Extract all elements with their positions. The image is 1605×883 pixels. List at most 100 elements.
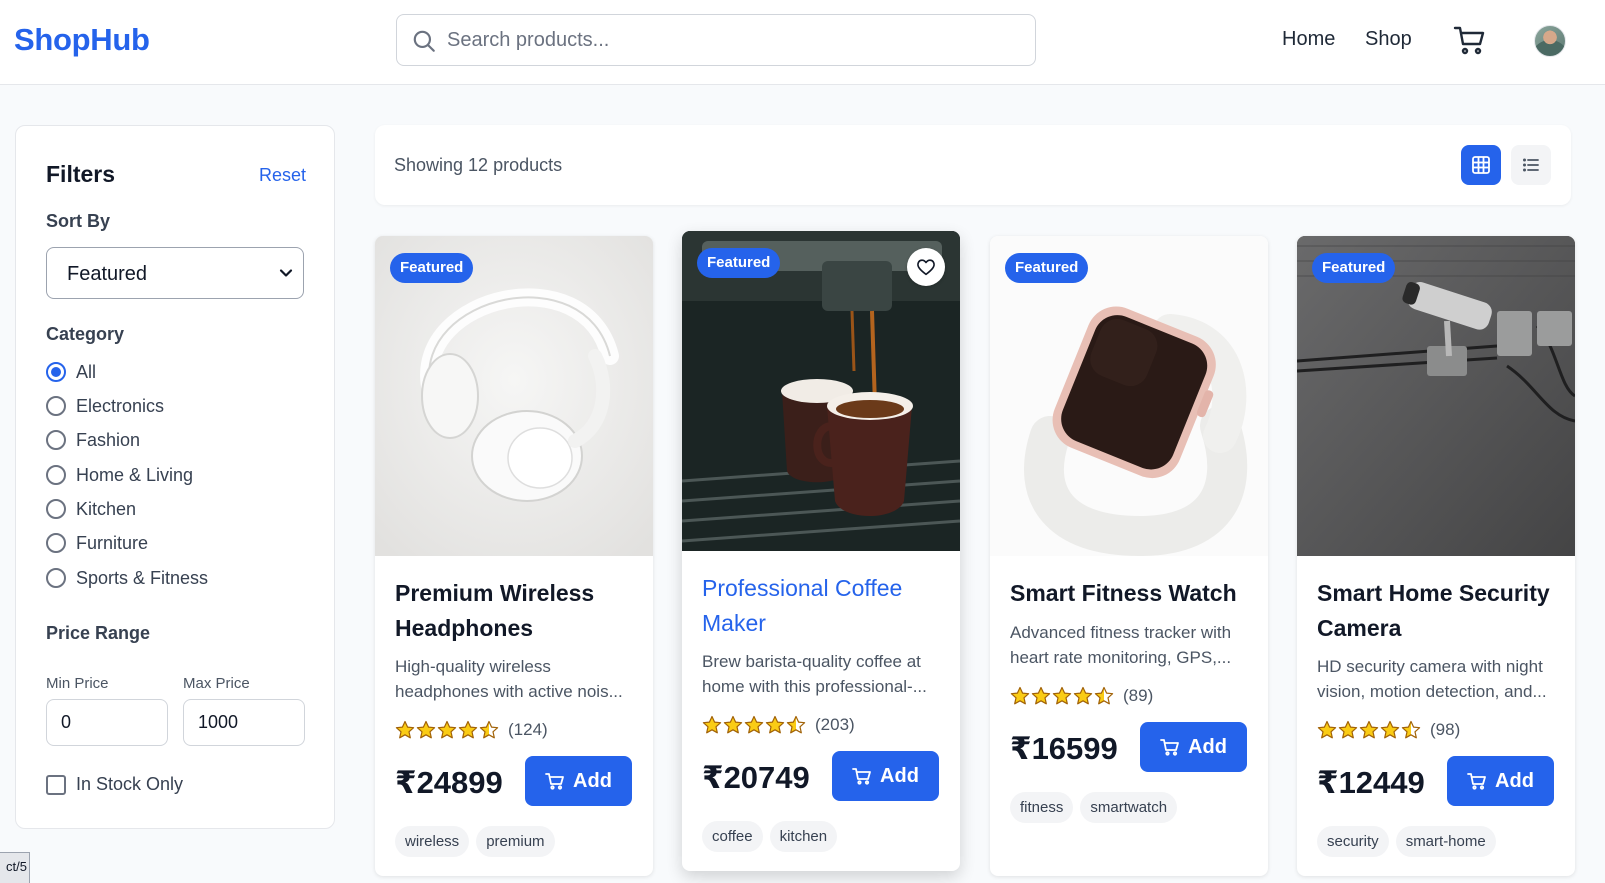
product-card[interactable]: Featured Smart Home Security Camera HD s… <box>1297 236 1575 876</box>
product-tags: fitness smartwatch <box>1010 792 1178 823</box>
product-description-line: home with this professional-... <box>702 677 927 696</box>
star-icon <box>1380 720 1400 739</box>
cart-icon[interactable] <box>1453 24 1487 56</box>
product-description-line: High-quality wireless <box>395 657 551 676</box>
radio-button[interactable] <box>46 430 66 450</box>
product-tag[interactable]: coffee <box>702 821 763 852</box>
category-label: Category <box>46 324 125 344</box>
category-option-fashion[interactable]: Fashion <box>46 426 140 454</box>
product-price: ₹20749 <box>702 760 810 795</box>
star-icon <box>744 715 764 734</box>
star-icon <box>723 715 743 734</box>
product-tag[interactable]: premium <box>476 826 555 857</box>
star-rating <box>1010 686 1115 706</box>
cart-icon <box>1160 739 1179 756</box>
search-input[interactable] <box>447 15 1017 65</box>
product-image-headphones[interactable] <box>375 236 653 556</box>
star-icon <box>1031 686 1051 705</box>
category-option-electronics[interactable]: Electronics <box>46 392 164 420</box>
product-card[interactable]: Featured Premium Wireless Headphones Hig… <box>375 236 653 876</box>
add-button-label: Add <box>1188 735 1227 758</box>
add-button-label: Add <box>573 769 612 792</box>
product-title[interactable]: Professional Coffee Maker <box>702 571 947 641</box>
category-option-home-living[interactable]: Home & Living <box>46 461 193 489</box>
product-title-line: Smart Fitness Watch <box>1010 580 1237 606</box>
star-icon <box>479 720 499 739</box>
star-rating <box>702 715 807 735</box>
in-stock-checkbox[interactable] <box>46 774 66 795</box>
review-count: (124) <box>508 720 548 739</box>
results-count: Showing 12 products <box>394 155 563 175</box>
sort-by-label: Sort By <box>46 211 111 231</box>
category-option-label: Furniture <box>76 532 149 553</box>
star-icon <box>1359 720 1379 739</box>
product-rating: (98) <box>1317 720 1460 740</box>
product-description: Advanced fitness tracker with heart rate… <box>1010 620 1255 670</box>
reset-filters-link[interactable]: Reset <box>259 165 306 186</box>
radio-button[interactable] <box>46 362 66 382</box>
product-title[interactable]: Smart Home Security Camera <box>1317 576 1562 646</box>
min-price-label: Min Price <box>46 675 109 692</box>
product-tag[interactable]: wireless <box>395 826 470 857</box>
radio-button[interactable] <box>46 465 66 485</box>
sort-select[interactable]: Featured <box>46 247 304 299</box>
star-icon <box>1317 720 1337 739</box>
product-price: ₹16599 <box>1010 731 1118 766</box>
product-title-line: Smart Home Security <box>1317 580 1550 606</box>
review-count: (98) <box>1430 720 1461 739</box>
category-option-label: Electronics <box>76 395 165 416</box>
product-image-fitness-watch[interactable] <box>990 236 1268 556</box>
brand-logo[interactable]: ShopHub <box>14 22 150 58</box>
product-tag[interactable]: kitchen <box>769 821 838 852</box>
chevron-down-icon <box>279 269 293 277</box>
product-price: ₹24899 <box>395 765 503 800</box>
star-icon <box>702 715 722 734</box>
star-rating <box>1317 720 1422 740</box>
max-price-input[interactable] <box>183 699 305 746</box>
heart-icon <box>917 259 935 276</box>
cart-icon <box>1467 773 1486 790</box>
review-count: (89) <box>1123 686 1154 705</box>
category-option-label: Fashion <box>76 429 141 450</box>
category-option-all[interactable]: All <box>46 358 96 386</box>
list-view-button[interactable] <box>1511 145 1551 185</box>
product-tag[interactable]: fitness <box>1010 792 1074 823</box>
product-image-security-camera[interactable] <box>1297 236 1575 556</box>
category-option-label: Home & Living <box>76 464 194 485</box>
add-to-cart-button[interactable]: Add <box>832 751 939 801</box>
category-option-sports-fitness[interactable]: Sports & Fitness <box>46 564 208 592</box>
add-to-cart-button[interactable]: Add <box>525 756 632 806</box>
grid-view-button[interactable] <box>1461 145 1501 185</box>
star-icon <box>395 720 415 739</box>
favorite-button[interactable] <box>907 248 945 286</box>
list-icon <box>1523 158 1539 172</box>
category-option-furniture[interactable]: Furniture <box>46 529 148 557</box>
product-tag[interactable]: security <box>1317 826 1389 857</box>
category-option-label: All <box>76 361 97 382</box>
category-option-kitchen[interactable]: Kitchen <box>46 495 136 523</box>
nav-home-link[interactable]: Home <box>1282 28 1335 51</box>
product-title[interactable]: Premium Wireless Headphones <box>395 576 640 646</box>
radio-button[interactable] <box>46 499 66 519</box>
product-card[interactable]: Featured Professional Coffee Maker Brew … <box>682 231 960 871</box>
radio-button[interactable] <box>46 533 66 553</box>
add-to-cart-button[interactable]: Add <box>1140 722 1247 772</box>
add-to-cart-button[interactable]: Add <box>1447 756 1554 806</box>
search-bar[interactable] <box>396 14 1036 66</box>
product-description: Brew barista-quality coffee at home with… <box>702 649 947 699</box>
radio-button[interactable] <box>46 396 66 416</box>
featured-badge: Featured <box>1005 253 1089 283</box>
product-tags: wireless premium <box>395 826 555 857</box>
in-stock-label: In Stock Only <box>76 774 184 794</box>
add-button-label: Add <box>1495 769 1534 792</box>
in-stock-filter[interactable]: In Stock Only <box>46 774 183 795</box>
user-avatar[interactable] <box>1534 25 1566 57</box>
product-card[interactable]: Featured Smart Fitness Watch Advanced fi… <box>990 236 1268 876</box>
product-tag[interactable]: smart-home <box>1395 826 1496 857</box>
nav-shop-link[interactable]: Shop <box>1365 28 1412 51</box>
product-title[interactable]: Smart Fitness Watch <box>1010 576 1255 611</box>
product-tag[interactable]: smartwatch <box>1080 792 1178 823</box>
status-chip: ct/5 <box>0 852 30 883</box>
min-price-input[interactable] <box>46 699 168 746</box>
radio-button[interactable] <box>46 568 66 588</box>
